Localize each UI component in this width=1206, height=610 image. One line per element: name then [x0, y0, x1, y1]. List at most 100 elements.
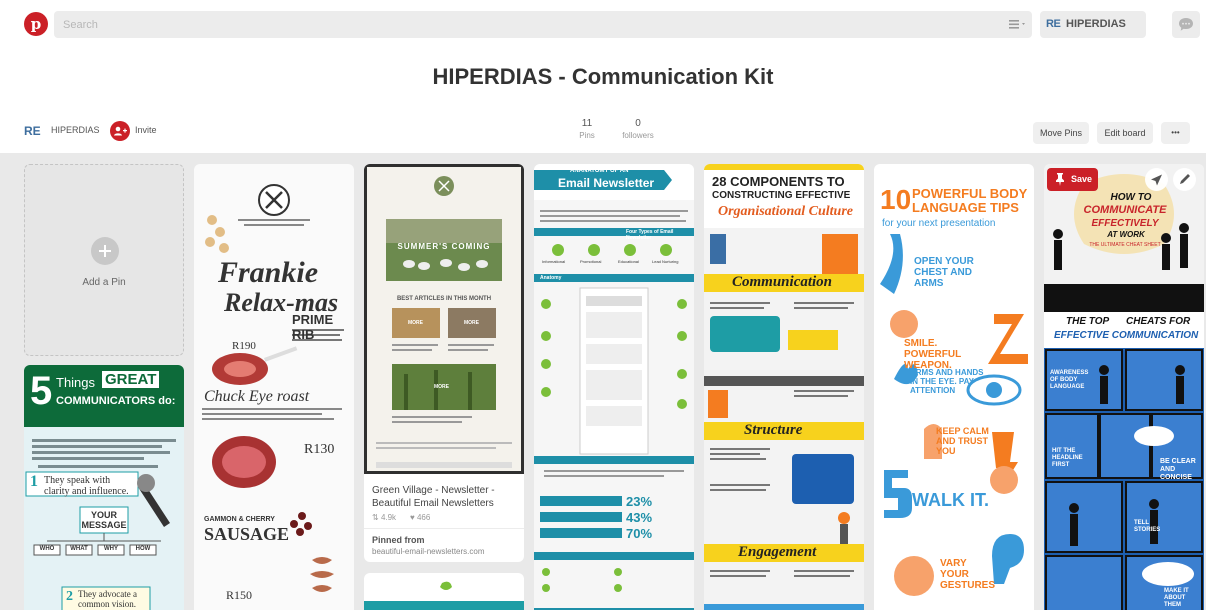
top6-line1: THE TOP [1066, 316, 1110, 327]
tip-smile: SMILE. POWERFUL WEAPON. [904, 338, 962, 371]
four-types-heading: Four Types of Email Newsletter [626, 229, 674, 241]
messages-button[interactable] [1172, 11, 1200, 38]
stat-70-percent: 70% [626, 526, 653, 541]
anatomy-title-line2: Email Newsletter [558, 176, 655, 190]
summers-coming-heading: SUMMER'S COMING [397, 242, 491, 251]
price-sausage: R150 [226, 588, 253, 602]
tip-vary-gestures: VARY YOUR GESTURES [940, 558, 996, 591]
pencil-icon [1180, 174, 1190, 184]
pinterest-logo[interactable]: p [24, 12, 48, 36]
search-input[interactable] [54, 11, 1004, 38]
pins-count-value: 11 [581, 118, 593, 129]
culture-title-line2: CONSTRUCTING EFFECTIVE [712, 190, 851, 201]
board-title: HIPERDIAS - Communication Kit [432, 64, 774, 89]
send-pin-button[interactable] [1145, 168, 1168, 191]
followers-count-label: followers [622, 131, 654, 140]
search-bar[interactable] [54, 11, 1032, 38]
pin-divider [364, 528, 524, 529]
board-owner-logo[interactable]: RE [24, 124, 41, 138]
section-structure: Structure [744, 422, 803, 438]
tip-eye-contact: ARMS AND HANDS IN THE EYE. PAY ATTENTION [910, 368, 984, 395]
invite-icon[interactable] [110, 121, 130, 141]
stat-43-percent: 43% [626, 510, 653, 525]
pins-count[interactable]: 11 Pins [567, 118, 607, 140]
pin-anatomy-email-newsletter[interactable]: ANANATOMY OF AN Email Newsletter Four Ty… [534, 164, 694, 610]
pin-communicate-at-work[interactable]: HOW TO COMMUNICATE EFFECTIVELY AT WORK T… [1044, 164, 1204, 610]
type-lead-nurturing: Lead Nurturing [652, 259, 679, 264]
price-prime-rib: R190 [232, 340, 256, 352]
menu-filter-icon[interactable] [1003, 11, 1031, 38]
edit-pin-button[interactable] [1173, 168, 1196, 191]
item2-number: 2 [66, 589, 73, 604]
comic-body-language: AWARENESS OF BODY LANGUAGE [1050, 370, 1089, 390]
stat-23-percent: 23% [626, 494, 653, 509]
pins-count-label: Pins [579, 131, 595, 140]
move-pins-button[interactable]: Move Pins [1033, 122, 1089, 144]
five-heading-things: Things [56, 375, 96, 390]
save-pin-button[interactable]: Save [1047, 168, 1098, 191]
box-who: WHO [39, 546, 55, 552]
anatomy-section-heading: Anatomy [540, 275, 562, 281]
box-why: WHY [104, 546, 118, 552]
pin-body-language-tips[interactable]: 10 POWERFUL BODY LANGUAGE TIPS for your … [874, 164, 1034, 610]
invite-button[interactable]: Invite [135, 125, 157, 135]
culture-title-line1: 28 COMPONENTS TO [712, 174, 845, 189]
repin-stat: ⇅ 4.9k [372, 512, 396, 524]
tip-open-chest: OPEN YOUR CHEST AND ARMS [914, 256, 974, 289]
user-logo: RE [1046, 18, 1061, 30]
five-heading-rest: COMMUNICATORS do: [56, 395, 176, 407]
heart-icon: ♥ [410, 513, 417, 522]
type-promotional: Promotional [580, 259, 602, 264]
pin-source-link[interactable]: beautiful-email-newsletters.com [372, 546, 485, 558]
more-options-button[interactable]: ••• [1161, 122, 1190, 144]
pin-five-things-communicators[interactable]: 5 Things GREAT COMMUNICATORS do: 1 They … [24, 365, 184, 610]
followers-count[interactable]: 0 followers [618, 118, 658, 140]
body-tips-title-line1: POWERFUL BODY [912, 186, 1028, 201]
five-heading-number: 5 [30, 369, 53, 413]
price-chuck: R130 [304, 442, 335, 457]
chuck-eye-roast-label: Chuck Eye roast [204, 388, 310, 405]
type-informational: Informational [542, 259, 566, 264]
body-tips-number: 10 [880, 184, 912, 215]
sausage-label: SAUSAGE [204, 524, 290, 544]
user-name: HIPERDIAS [1066, 18, 1126, 30]
cheat-title-line1: HOW TO [1110, 192, 1152, 203]
five-heading-great: GREAT [102, 371, 160, 388]
box-what: WHAT [70, 546, 88, 552]
comic-headline-first: HIT THE HEADLINE FIRST [1052, 448, 1083, 468]
section-communication: Communication [732, 274, 833, 290]
top6-line3: EFFECTIVE COMMUNICATION [1054, 330, 1199, 341]
followers-count-value: 0 [635, 118, 641, 129]
section-engagement: Engagement [738, 544, 817, 560]
pin-green-village-newsletter[interactable]: SUMMER'S COMING BEST ARTICLES IN THIS MO… [364, 164, 524, 562]
pin-28-components-culture[interactable]: 28 COMPONENTS TO CONSTRUCTING EFFECTIVE … [704, 164, 864, 610]
type-educational: Educational [618, 259, 639, 264]
box-how: HOW [135, 546, 151, 552]
more-link-1: MORE [408, 320, 423, 326]
frankie-title: Frankie [218, 256, 319, 289]
newsletter-preview-image [364, 164, 524, 474]
culture-title-line3: Organisational Culture [718, 204, 853, 219]
pin-next-teaser[interactable] [364, 573, 524, 610]
board-owner-name[interactable]: HIPERDIAS [51, 125, 100, 135]
top-navigation-bar: p RE HIPERDIAS [0, 0, 1206, 48]
tip-walk-it: WALK IT. [912, 490, 989, 510]
add-icon [91, 237, 119, 265]
send-arrow-icon [1151, 174, 1162, 186]
pin-frankie-relaxmas[interactable]: Frankie Relax-mas PRIME RIB R190 Chuck E… [194, 164, 354, 610]
pin-title[interactable]: Green Village - Newsletter - Beautiful E… [372, 484, 518, 510]
repin-icon: ⇅ [372, 513, 381, 522]
next-pin-preview [364, 581, 524, 610]
item2-text: They advocate a common vision. [78, 589, 137, 609]
edit-board-button[interactable]: Edit board [1097, 122, 1153, 144]
comic-clear-concise: BE CLEAR AND CONCISE [1160, 458, 1196, 481]
add-pin-label: Add a Pin [82, 277, 126, 288]
pushpin-icon [1056, 173, 1064, 186]
add-pin-card[interactable]: Add a Pin [24, 164, 184, 356]
like-stat: ♥ 466 [410, 512, 430, 524]
pin-grid: Add a Pin 5 Things GREAT COMMUNICATORS d… [0, 153, 1206, 610]
body-tips-subtitle: for your next presentation [882, 218, 996, 229]
anatomy-title-line1: ANANATOMY OF AN [570, 168, 629, 174]
user-profile-button[interactable]: RE HIPERDIAS [1040, 11, 1146, 38]
item1-text: They speak with clarity and influence. [44, 475, 129, 497]
